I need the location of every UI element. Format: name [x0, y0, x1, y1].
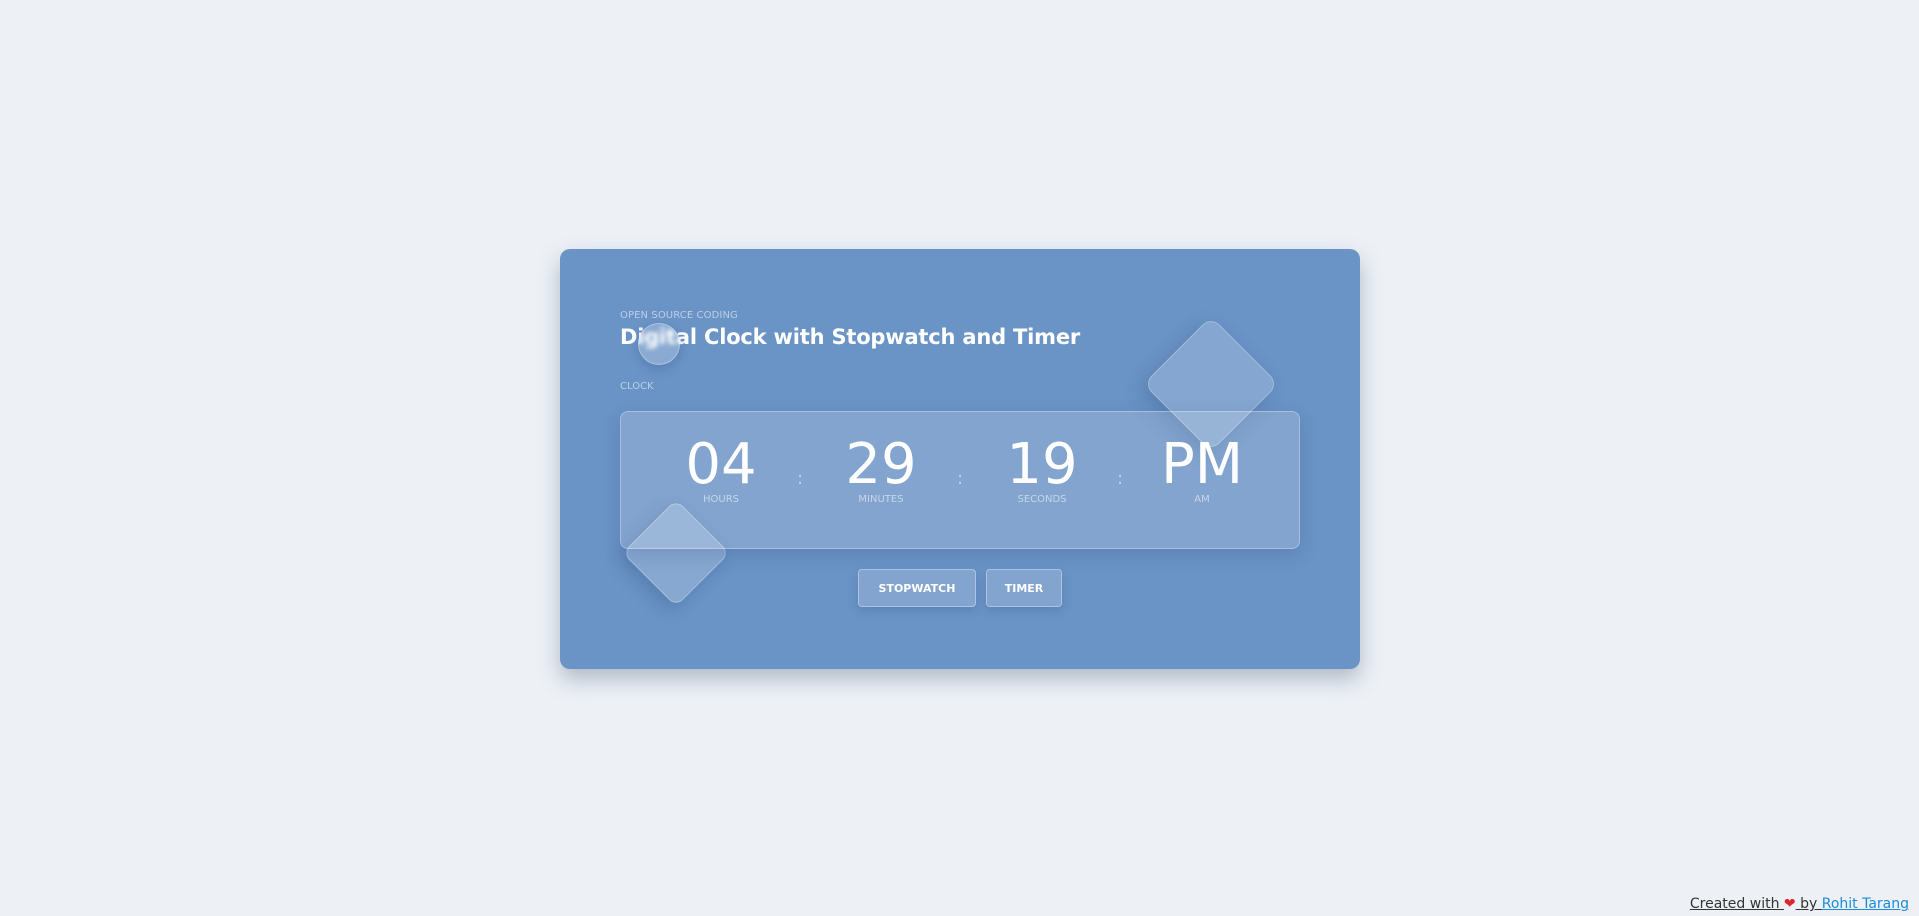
stopwatch-button[interactable]: STOPWATCH: [858, 569, 976, 607]
footer-by: by: [1800, 896, 1818, 912]
period-value: PM: [1160, 432, 1244, 497]
timer-button[interactable]: TIMER: [986, 569, 1062, 607]
decorative-bubble: [638, 323, 680, 365]
time-separator: :: [1116, 468, 1124, 489]
hours-unit: 04 HOURS: [661, 432, 781, 506]
hours-label: HOURS: [702, 494, 739, 505]
page: OPEN SOURCE CODING Digital Clock with St…: [0, 0, 1919, 916]
footer-credit: Created with ❤ by Rohit Tarang: [1690, 896, 1909, 912]
clock-card: OPEN SOURCE CODING Digital Clock with St…: [560, 249, 1360, 669]
minutes-label: MINUTES: [858, 494, 904, 505]
seconds-unit: 19 SECONDS: [982, 432, 1102, 506]
time-separator: :: [956, 468, 964, 489]
page-title: Digital Clock with Stopwatch and Timer: [620, 325, 1081, 349]
clock-display: 04 HOURS : 29 MINUTES : 19 SECONDS : PM …: [620, 411, 1300, 549]
minutes-value: 29: [845, 432, 917, 497]
footer-prefix: Created with: [1689, 896, 1780, 912]
seconds-value: 19: [1006, 432, 1078, 497]
hours-value: 04: [685, 432, 757, 497]
minutes-unit: 29 MINUTES: [821, 432, 941, 506]
period-unit: PM AM: [1142, 432, 1262, 506]
section-label: CLOCK: [620, 381, 654, 392]
author-link[interactable]: Rohit Tarang: [1822, 896, 1909, 912]
seconds-label: SECONDS: [1017, 494, 1067, 505]
heart-icon: ❤: [1783, 896, 1796, 912]
time-separator: :: [796, 468, 804, 489]
eyebrow-label: OPEN SOURCE CODING: [620, 310, 738, 321]
